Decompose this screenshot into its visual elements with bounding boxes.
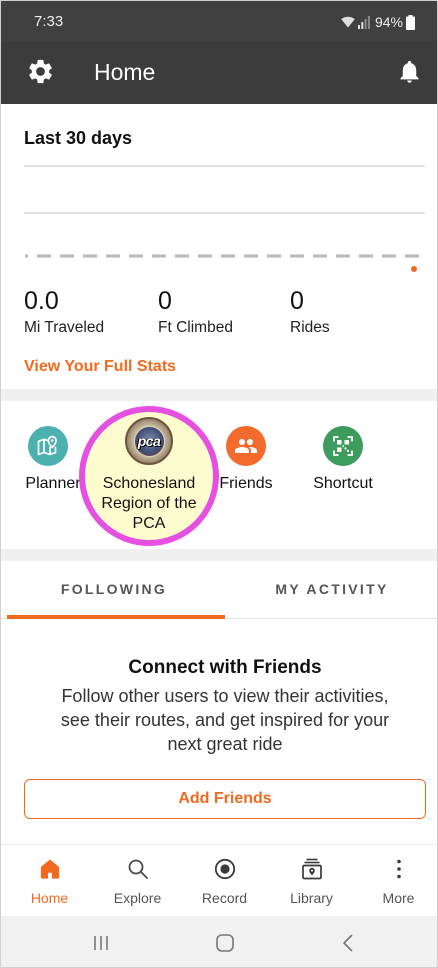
nav-record-label: Record bbox=[201, 890, 248, 906]
back-icon[interactable] bbox=[336, 931, 360, 955]
status-time: 7:33 bbox=[34, 13, 64, 30]
shortcut-pca-label: Schonesland Region of the PCA bbox=[101, 475, 197, 532]
shortcut-shortcut-button[interactable] bbox=[323, 426, 363, 466]
people-icon bbox=[235, 439, 257, 453]
stat-elevation: 0 Ft Climbed bbox=[158, 287, 233, 337]
battery-percent: 94% bbox=[374, 14, 403, 30]
pca-logo[interactable]: pca bbox=[125, 417, 173, 465]
qr-code-icon bbox=[333, 436, 353, 456]
pca-logo-text: pca bbox=[137, 433, 161, 449]
stat-value: 0 bbox=[158, 287, 172, 315]
status-icons: 94% bbox=[341, 12, 415, 32]
app-bar: Home bbox=[1, 41, 437, 104]
tab-following[interactable]: FOLLOWING bbox=[3, 561, 225, 617]
battery-icon bbox=[406, 14, 415, 30]
stat-rides: 0 Rides bbox=[290, 287, 330, 337]
stats-chart bbox=[24, 165, 425, 272]
wifi-icon bbox=[341, 16, 355, 28]
empty-state-description: Follow other users to view their activit… bbox=[60, 686, 390, 754]
pca-emblem: pca bbox=[133, 425, 165, 457]
home-button-icon[interactable] bbox=[213, 931, 237, 955]
nav-explore-label: Explore bbox=[113, 890, 162, 906]
stat-distance: 0.0 Mi Traveled bbox=[24, 287, 104, 337]
stats-period-title: Last 30 days bbox=[24, 128, 133, 148]
nav-home[interactable]: Home bbox=[6, 845, 93, 916]
more-vertical-icon bbox=[396, 859, 401, 879]
stat-value: 0 bbox=[290, 287, 304, 315]
stat-label: Mi Traveled bbox=[24, 319, 105, 336]
active-tab-indicator bbox=[7, 615, 225, 619]
map-pin-icon bbox=[37, 435, 57, 456]
system-navigation-bar bbox=[1, 916, 437, 967]
tab-my-activity[interactable]: MY ACTIVITY bbox=[227, 561, 437, 617]
shortcut-friends-button[interactable] bbox=[226, 426, 266, 466]
stat-label: Ft Climbed bbox=[158, 319, 233, 336]
record-icon bbox=[214, 858, 235, 880]
status-bar: 7:33 94% bbox=[1, 1, 437, 41]
gear-icon[interactable] bbox=[26, 57, 55, 86]
nav-explore[interactable]: Explore bbox=[94, 845, 181, 916]
add-friends-button[interactable]: Add Friends bbox=[24, 779, 426, 819]
stat-value: 0.0 bbox=[24, 287, 59, 315]
page-title: Home bbox=[94, 59, 156, 85]
nav-library-label: Library bbox=[290, 890, 333, 906]
phone-screen: 7:33 94% Home Last 30 days 0.0 Mi Travel… bbox=[0, 0, 438, 968]
library-icon bbox=[301, 858, 322, 880]
recent-apps-icon[interactable] bbox=[89, 931, 113, 955]
nav-more-label: More bbox=[382, 890, 415, 906]
view-full-stats-link[interactable]: View Your Full Stats bbox=[24, 357, 176, 377]
shortcut-shortcut-label: Shortcut bbox=[313, 475, 373, 492]
nav-record[interactable]: Record bbox=[181, 845, 268, 916]
shortcut-planner-button[interactable] bbox=[28, 426, 68, 466]
section-divider bbox=[1, 549, 437, 561]
signal-icon bbox=[357, 16, 370, 29]
bell-icon[interactable] bbox=[396, 58, 423, 85]
nav-more[interactable]: More bbox=[355, 845, 437, 916]
stat-label: Rides bbox=[290, 319, 330, 336]
home-icon bbox=[40, 859, 59, 879]
empty-state-title: Connect with Friends bbox=[128, 657, 322, 678]
nav-library[interactable]: Library bbox=[268, 845, 355, 916]
nav-home-label: Home bbox=[30, 890, 69, 906]
search-icon bbox=[128, 859, 148, 879]
bottom-navigation: Home Explore Record Library More bbox=[1, 844, 437, 916]
section-divider bbox=[1, 389, 437, 401]
chart-current-marker bbox=[411, 266, 417, 272]
